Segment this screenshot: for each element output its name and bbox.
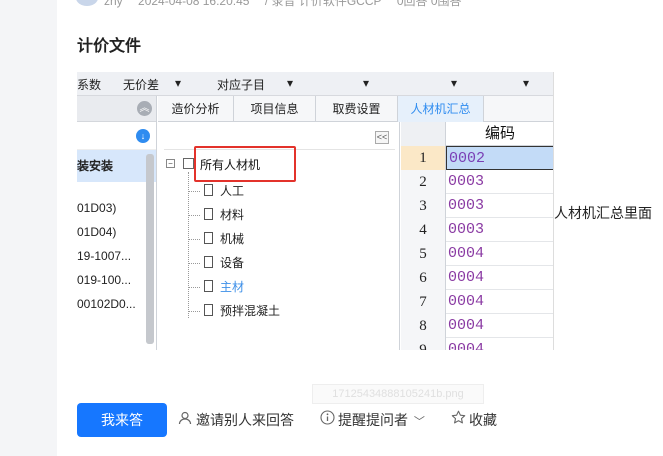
- row-number: 3: [401, 194, 446, 218]
- row-number: 1: [401, 146, 446, 170]
- remind-button[interactable]: 提醒提问者 ﹀: [320, 410, 425, 430]
- chevron-down-icon: ▾: [451, 76, 458, 90]
- panel-toolbar: ↓: [77, 122, 156, 150]
- person-icon: [178, 411, 196, 431]
- collect-button[interactable]: 收藏: [451, 410, 497, 430]
- row-number: 6: [401, 266, 446, 290]
- tab-cost-analysis: 造价分析: [158, 96, 234, 122]
- row-number: 4: [401, 218, 446, 242]
- row-number: 9: [401, 338, 446, 350]
- author-name[interactable]: zhy: [104, 0, 123, 8]
- toolbar-coefficient: 系数: [77, 78, 102, 92]
- post-category[interactable]: / 录音 计价软件GCCP: [265, 0, 382, 8]
- invite-button[interactable]: 邀请别人来回答: [178, 410, 294, 430]
- folder-icon: [183, 158, 194, 169]
- document-icon: [204, 208, 213, 220]
- table-row: 4 0003: [401, 218, 553, 242]
- code-cell: 0003: [448, 197, 485, 214]
- star-icon: [451, 410, 469, 431]
- document-icon: [204, 232, 213, 244]
- project-item: 01D04): [77, 225, 117, 239]
- remind-label: 提醒提问者: [338, 412, 408, 428]
- project-item: 装安装: [77, 150, 156, 182]
- download-icon: ↓: [136, 129, 150, 143]
- document-icon: [204, 256, 213, 268]
- project-item: 01D03): [77, 201, 117, 215]
- table-row: 2 0003: [401, 170, 553, 194]
- tree-connector: [188, 172, 189, 318]
- answer-button[interactable]: 我来答: [77, 403, 167, 437]
- tree-node-label: 主材: [220, 280, 245, 294]
- software-toolbar: 系数 无价差 ▾ 对应子目 ▾ ▾ ▾ ▾: [77, 72, 553, 96]
- code-cell: 0004: [448, 293, 485, 310]
- tree-node-label: 人工: [220, 184, 245, 198]
- highlight-annotation-box: [194, 146, 296, 182]
- chevron-down-icon: ▾: [287, 76, 294, 90]
- chevron-down-icon: ▾: [175, 76, 182, 90]
- table-row: 8 0004: [401, 314, 553, 338]
- document-icon: [204, 184, 213, 196]
- toolbar-matching-item: 对应子目: [217, 78, 266, 92]
- grid-header: 编码: [401, 122, 553, 146]
- collapse-left-icon: <<: [375, 131, 389, 144]
- tree-node-label: 材料: [220, 208, 245, 222]
- collapse-up-icon: ︽: [137, 101, 152, 116]
- project-item: 00102D0...: [77, 297, 136, 311]
- material-grid: 编码 1 0002 2 0003 3 0003 4 0003 5 0004 6 …: [401, 122, 553, 350]
- table-row: 1 0002: [401, 146, 553, 170]
- question-text: 人材机汇总里面: [554, 205, 652, 221]
- code-cell: 0003: [448, 221, 485, 238]
- row-number: 5: [401, 242, 446, 266]
- post-stats: 0回答 0围答: [396, 0, 462, 8]
- tab-fee-settings: 取费设置: [316, 96, 398, 122]
- project-tree-panel: ︽ ↓ 装安装 01D03) 01D04) 19-1007... 019-100…: [77, 96, 157, 350]
- row-number: 2: [401, 170, 446, 194]
- code-cell: 0004: [448, 317, 485, 334]
- table-row: 5 0004: [401, 242, 553, 266]
- info-icon: [320, 410, 338, 431]
- panel-header: ︽: [77, 96, 156, 122]
- chevron-down-icon: ▾: [363, 76, 370, 90]
- tree-node-label: 设备: [220, 256, 245, 270]
- code-cell: 0004: [448, 341, 485, 350]
- chevron-down-icon: ▾: [523, 76, 530, 90]
- tree-node-label: 预拌混凝土: [220, 304, 281, 318]
- code-cell: 0004: [448, 269, 485, 286]
- table-row: 9 0004: [401, 338, 553, 350]
- document-icon: [204, 280, 213, 292]
- screenshot-image[interactable]: 系数 无价差 ▾ 对应子目 ▾ ▾ ▾ ▾ ︽ ↓ 装安装 01D03) 01D…: [77, 72, 554, 350]
- tree-node-label: 机械: [220, 232, 245, 246]
- invite-label: 邀请别人来回答: [196, 412, 294, 428]
- post-meta: zhy 2024-04-08 16:20:45 / 录音 计价软件GCCP 0回…: [76, 0, 663, 8]
- code-cell: 0004: [448, 245, 485, 262]
- project-item: 019-100...: [77, 273, 132, 287]
- project-item: 19-1007...: [77, 249, 132, 263]
- toolbar-no-price-diff: 无价差: [123, 78, 160, 92]
- grid-corner: [401, 122, 446, 146]
- document-icon: [204, 304, 213, 316]
- tab-labor-material-summary: 人材机汇总: [398, 96, 484, 122]
- post-datetime: 2024-04-08 16:20:45: [138, 0, 250, 8]
- code-cell: 0002: [446, 146, 553, 170]
- tree-expander-icon: −: [166, 159, 175, 168]
- chevron-down-icon: ﹀: [413, 416, 425, 428]
- code-cell: 0003: [448, 173, 485, 190]
- row-number: 7: [401, 290, 446, 314]
- table-row: 6 0004: [401, 266, 553, 290]
- table-row: 7 0004: [401, 290, 553, 314]
- tab-project-info: 项目信息: [234, 96, 316, 122]
- collect-label: 收藏: [469, 412, 497, 428]
- page-left-gutter: [0, 0, 57, 456]
- post-title: 计价文件: [77, 38, 142, 55]
- table-row: 3 0003: [401, 194, 553, 218]
- software-tabs: 造价分析 项目信息 取费设置 人材机汇总: [158, 96, 553, 122]
- column-header-code: 编码: [484, 126, 515, 142]
- row-number: 8: [401, 314, 446, 338]
- image-filename: 17125434888105241b.png: [312, 384, 484, 404]
- scrollbar: [146, 154, 154, 344]
